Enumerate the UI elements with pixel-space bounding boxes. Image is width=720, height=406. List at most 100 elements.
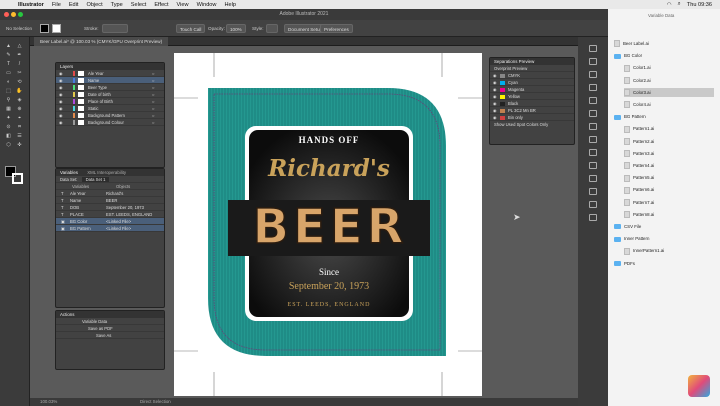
eye-icon[interactable]: ◉ — [493, 93, 497, 100]
rectangle-tool-icon[interactable]: ▭ — [4, 70, 13, 76]
artboard-tool-icon[interactable]: ⊙ — [4, 124, 13, 130]
layer-row[interactable]: ◉ Ale Year ○ — [56, 70, 164, 77]
properties-icon[interactable] — [589, 45, 597, 52]
separation-row[interactable]: ◉ PL 3C2 Mn BR — [490, 107, 574, 114]
eye-icon[interactable]: ◉ — [59, 112, 63, 119]
menu-view[interactable]: View — [173, 2, 193, 8]
finder-file-row[interactable]: Color3.ai — [624, 87, 714, 97]
eye-icon[interactable]: ◉ — [59, 77, 63, 84]
tab-xml[interactable]: XML Interoperability — [87, 170, 126, 175]
finder-file-row[interactable]: Pattern5.ai — [624, 173, 654, 182]
layer-row[interactable]: ◉ Place of Birth ○ — [56, 98, 164, 105]
layer-row[interactable]: ◉ Background Pattern ○ — [56, 112, 164, 119]
finder-file-row[interactable]: Pattern1.ai — [624, 124, 654, 133]
target-icon[interactable]: ○ — [152, 119, 154, 126]
libraries-icon[interactable] — [589, 58, 597, 65]
graph-tool-icon[interactable]: ⌗ — [15, 124, 24, 130]
finder-folder-row[interactable]: BG Color — [614, 51, 642, 60]
action-item[interactable]: Save As — [56, 332, 164, 339]
separation-row[interactable]: ◉ Black — [490, 100, 574, 107]
rotate-tool-icon[interactable]: ⟲ — [15, 79, 24, 85]
finder-file-row[interactable]: Color1.ai — [624, 63, 651, 72]
eye-icon[interactable]: ◉ — [59, 91, 63, 98]
eye-icon[interactable]: ◉ — [59, 70, 63, 77]
menu-select[interactable]: Select — [127, 2, 151, 8]
finder-folder-row[interactable]: CSV File — [614, 222, 641, 231]
magic-wand-icon[interactable]: ✎ — [4, 52, 13, 58]
preferences-button[interactable]: Preferences — [320, 24, 353, 33]
finder-folder-row[interactable]: Inner Pattern — [614, 234, 649, 243]
blend-tool-icon[interactable]: ✦ — [4, 115, 13, 121]
menu-edit[interactable]: Edit — [65, 2, 83, 8]
separation-row[interactable]: ◉ Cyan — [490, 79, 574, 86]
finder-file-row[interactable]: Color2.ai — [624, 76, 651, 85]
shape-builder-icon[interactable]: ◈ — [15, 97, 24, 103]
slice-tool-icon[interactable]: ◧ — [4, 133, 13, 139]
menu-type[interactable]: Type — [107, 2, 127, 8]
target-icon[interactable]: ○ — [152, 91, 154, 98]
swatches-icon[interactable] — [589, 84, 597, 91]
menu-effect[interactable]: Effect — [150, 2, 172, 8]
fill-swatch[interactable] — [40, 24, 49, 33]
direct-selection-tool-icon[interactable]: △ — [15, 43, 24, 49]
variable-row[interactable]: T DOB September 20, 1973 — [56, 204, 164, 211]
line-tool-icon[interactable]: / — [15, 61, 24, 67]
finder-file-row[interactable]: Pattern4.ai — [624, 161, 654, 170]
variable-row[interactable]: T Name BEER — [56, 197, 164, 204]
eye-icon[interactable]: ◉ — [493, 107, 497, 114]
finder-folder-row[interactable]: PDFs — [614, 259, 635, 268]
stroke-swatch[interactable] — [52, 24, 61, 33]
layer-row[interactable]: ◉ Beer Type ○ — [56, 84, 164, 91]
mesh-tool-icon[interactable]: ✜ — [15, 142, 24, 148]
search-icon[interactable]: ⌕ — [678, 1, 681, 8]
data-set-field[interactable]: Data Set 1 — [81, 177, 110, 182]
scissors-icon[interactable]: ✂ — [15, 70, 24, 76]
finder-file-row[interactable]: InnerPattern1.ai — [624, 246, 664, 255]
type-tool-icon[interactable]: T — [4, 61, 13, 67]
stroke-weight-field[interactable] — [102, 24, 128, 33]
finder-file-row[interactable]: Color4.ai — [624, 100, 651, 109]
selection-tool-icon[interactable]: ▲ — [4, 43, 13, 49]
tab-variables[interactable]: Variables — [60, 170, 78, 175]
minimize-window-icon[interactable] — [11, 12, 16, 17]
artboards-icon[interactable] — [589, 201, 597, 208]
menu-window[interactable]: Window — [193, 2, 221, 8]
layers-icon[interactable] — [589, 188, 597, 195]
gradient-tool-icon[interactable]: ▦ — [4, 106, 13, 112]
finder-file-row[interactable]: Pattern8.ai — [624, 210, 654, 219]
target-icon[interactable]: ○ — [152, 84, 154, 91]
overprint-preview-toggle[interactable]: Overprint Preview — [490, 65, 574, 72]
separation-row[interactable]: ◉ Magenta — [490, 86, 574, 93]
variable-row[interactable]: T PLACE EST. LEEDS, ENGLAND — [56, 211, 164, 218]
hand-tool-icon[interactable]: ✋ — [15, 88, 24, 94]
eye-icon[interactable]: ◉ — [493, 114, 497, 121]
eyedropper-icon[interactable]: ⌖ — [15, 115, 24, 121]
shaper-icon[interactable]: ◐ — [4, 79, 13, 85]
graphic-styles-icon[interactable] — [589, 175, 597, 182]
eye-icon[interactable]: ◉ — [59, 98, 63, 105]
action-item[interactable]: Variable Data — [56, 318, 164, 325]
target-icon[interactable]: ○ — [152, 77, 154, 84]
clock[interactable]: Thu 09:36 — [687, 2, 712, 8]
color-icon[interactable] — [589, 71, 597, 78]
finder-file-row[interactable]: Pattern7.ai — [624, 198, 654, 207]
finder-folder-row[interactable]: BG Pattern — [614, 112, 646, 121]
gradient-icon[interactable] — [589, 136, 597, 143]
stroke-color-swatch[interactable] — [12, 173, 23, 184]
separation-row[interactable]: ◉ Bin only — [490, 114, 574, 121]
layer-row[interactable]: ◉ Static ○ — [56, 105, 164, 112]
eye-icon[interactable]: ◉ — [59, 119, 63, 126]
eye-icon[interactable]: ◉ — [493, 72, 497, 79]
menu-help[interactable]: Help — [220, 2, 240, 8]
action-item[interactable]: Save as PDF — [56, 325, 164, 332]
target-icon[interactable]: ○ — [152, 112, 154, 119]
perspective-grid-icon[interactable]: ⬡ — [4, 142, 13, 148]
finder-file-row[interactable]: Pattern2.ai — [624, 137, 654, 146]
symbol-sprayer-icon[interactable]: ⊕ — [15, 106, 24, 112]
layer-row[interactable]: ◉ Name ○ — [56, 77, 164, 84]
layer-row[interactable]: ◉ Date of birth ○ — [56, 91, 164, 98]
pen-tool-icon[interactable]: ✒ — [15, 52, 24, 58]
close-window-icon[interactable] — [4, 12, 9, 17]
finder-file-row[interactable]: Pattern3.ai — [624, 149, 654, 158]
brushes-icon[interactable] — [589, 97, 597, 104]
